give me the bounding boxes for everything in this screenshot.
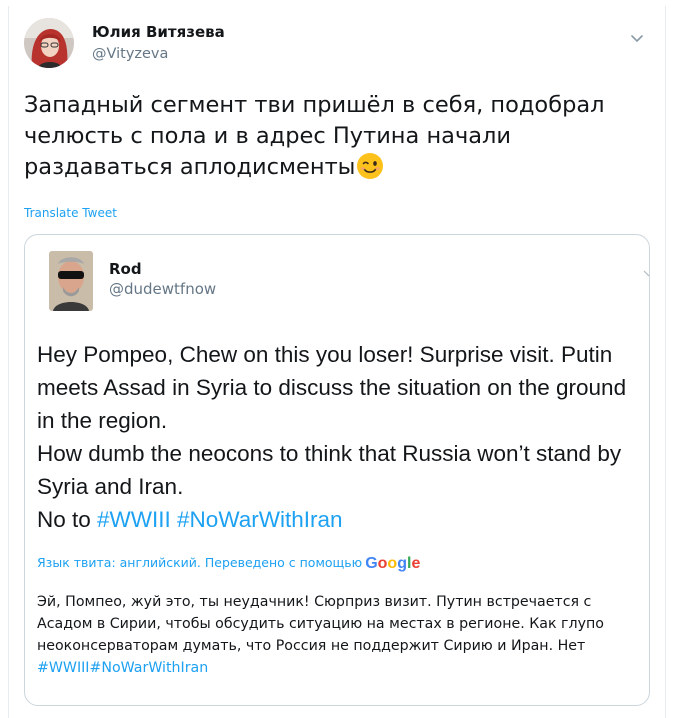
hashtag-nowarwithiran[interactable]: #NoWarWithIran bbox=[177, 507, 342, 532]
translation-hashtags[interactable]: #WWIII#NoWarWithIran bbox=[37, 660, 208, 676]
quoted-line-2: How dumb the neocons to think that Russi… bbox=[37, 441, 622, 499]
google-logo-letter: o bbox=[387, 555, 398, 572]
language-note-text: Язык твита: английский. Переведено с пом… bbox=[37, 555, 363, 570]
quoted-author-name[interactable]: Rod bbox=[109, 260, 142, 278]
author-name[interactable]: Юлия Витязева bbox=[92, 23, 225, 41]
translated-text: Эй, Помпео, жуй это, ты неудачник! Сюрпр… bbox=[37, 591, 649, 679]
hashtag-wwiii[interactable]: #WWIII bbox=[97, 507, 171, 532]
quoted-author-avatar[interactable] bbox=[49, 251, 93, 311]
winking-face-icon bbox=[356, 152, 384, 180]
quoted-tweet-text: Hey Pompeo, Chew on this you loser! Surp… bbox=[37, 338, 637, 536]
google-logo-letter: e bbox=[411, 555, 421, 572]
translation-note: Язык твита: английский. Переведено с пом… bbox=[37, 555, 420, 573]
quoted-line-1: Hey Pompeo, Chew on this you loser! Surp… bbox=[37, 342, 627, 433]
chevron-down-icon[interactable] bbox=[630, 28, 644, 43]
quoted-line-3: No to #WWIII #NoWarWithIran bbox=[37, 503, 637, 536]
google-logo-letter: G bbox=[365, 555, 378, 572]
google-logo-letter: o bbox=[377, 555, 388, 572]
google-logo-letter: g bbox=[397, 555, 407, 572]
google-logo[interactable]: Google bbox=[365, 555, 420, 572]
translate-tweet-link[interactable]: Translate Tweet bbox=[24, 206, 117, 220]
quoted-line-3-prefix: No to bbox=[37, 507, 98, 532]
tweet-text: Западный сегмент тви пришёл в себя, подо… bbox=[24, 90, 654, 183]
author-avatar[interactable] bbox=[24, 18, 74, 68]
author-handle[interactable]: @Vityzeva bbox=[92, 46, 168, 62]
quoted-tweet[interactable]: Rod @dudewtfnow Hey Pompeo, Chew on this… bbox=[24, 234, 650, 706]
tweet-text-body: Западный сегмент тви пришёл в себя, подо… bbox=[24, 92, 605, 180]
translation-body: Эй, Помпео, жуй это, ты неудачник! Сюрпр… bbox=[37, 594, 604, 654]
chevron-right-icon bbox=[643, 265, 649, 277]
quoted-author-handle[interactable]: @dudewtfnow bbox=[109, 280, 216, 298]
